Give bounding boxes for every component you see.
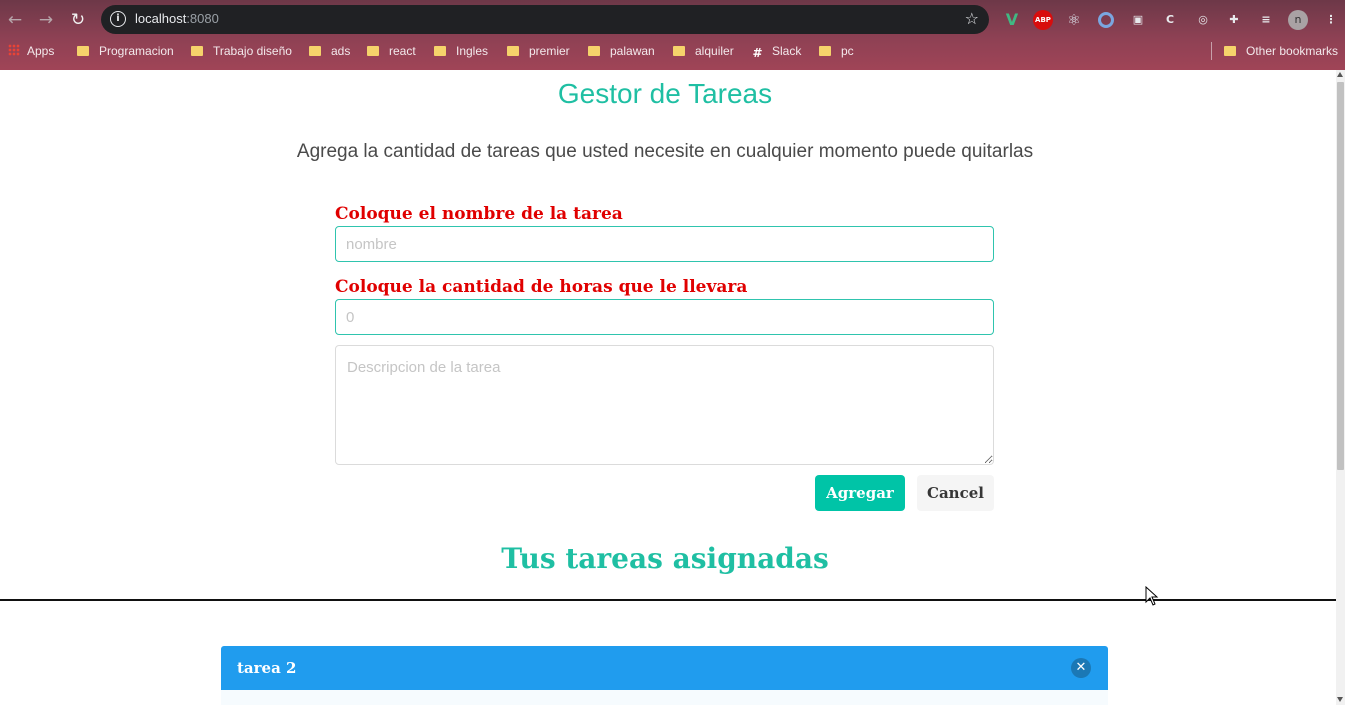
extension-window-icon[interactable]: ▣ <box>1128 10 1148 30</box>
bookmark-pc[interactable]: pc <box>819 42 854 60</box>
scroll-thumb[interactable] <box>1337 82 1344 470</box>
profile-avatar[interactable]: n <box>1288 10 1308 30</box>
forward-icon[interactable]: → <box>35 9 57 31</box>
vue-devtools-icon[interactable]: V <box>1002 10 1022 30</box>
cancel-button[interactable]: Cancel <box>917 475 994 511</box>
url-text[interactable]: localhost:8080 <box>135 11 219 27</box>
bookmark-label: ads <box>331 44 351 58</box>
folder-icon <box>367 46 379 56</box>
browser-menu-icon[interactable]: ⋮ <box>1321 10 1341 30</box>
bookmark-label: Programacion <box>99 44 174 58</box>
task-description-textarea[interactable] <box>335 345 994 465</box>
folder-icon <box>819 46 831 56</box>
bookmark-label: Ingles <box>456 44 489 58</box>
extension-ring-icon[interactable] <box>1098 12 1114 28</box>
scroll-down-arrow-icon[interactable] <box>1337 697 1343 702</box>
bookmark-trabajo-diseno[interactable]: Trabajo diseño <box>191 42 292 60</box>
bookmarks-divider <box>1211 42 1212 60</box>
folder-icon <box>507 46 519 56</box>
tasks-heading: Tus tareas asignadas <box>501 542 829 575</box>
folder-icon <box>309 46 321 56</box>
site-info-icon[interactable]: i <box>110 11 126 27</box>
bookmark-label: Apps <box>27 44 55 58</box>
url-port: :8080 <box>186 11 219 26</box>
extensions-puzzle-icon[interactable]: ✚ <box>1224 10 1244 30</box>
task-card-header: tarea 2 ✕ <box>221 646 1108 690</box>
scroll-up-arrow-icon[interactable] <box>1337 72 1343 77</box>
page-subtitle: Agrega la cantidad de tareas que usted n… <box>296 141 1034 162</box>
folder-icon <box>434 46 446 56</box>
folder-icon <box>588 46 600 56</box>
task-name-input[interactable] <box>335 226 994 262</box>
bookmark-alquiler[interactable]: alquiler <box>673 42 734 60</box>
task-card-body <box>221 690 1108 705</box>
bookmark-label: premier <box>529 44 570 58</box>
slack-icon: # <box>752 46 763 60</box>
task-hours-input[interactable] <box>335 299 994 335</box>
bookmark-label: palawan <box>610 44 655 58</box>
bookmark-label: react <box>389 44 416 58</box>
folder-icon <box>77 46 89 56</box>
apps-grid-icon <box>8 44 20 56</box>
bookmark-other[interactable]: Other bookmarks <box>1224 42 1338 60</box>
task-hours-label: Coloque la cantidad de horas que le llev… <box>335 277 748 297</box>
react-devtools-icon[interactable]: ⚛ <box>1064 10 1084 30</box>
browser-chrome: ← → ↻ i localhost:8080 ☆ V ABP ⚛ ▣ C ◎ ✚… <box>0 0 1345 70</box>
bookmark-slack[interactable]: # Slack <box>751 42 801 60</box>
back-icon[interactable]: ← <box>4 9 26 31</box>
folder-icon <box>1224 46 1236 56</box>
task-name: tarea 2 <box>237 659 297 677</box>
bookmark-apps[interactable]: Apps <box>8 42 54 60</box>
reload-icon[interactable]: ↻ <box>67 9 89 31</box>
adblock-icon[interactable]: ABP <box>1033 10 1053 30</box>
extension-c-icon[interactable]: C <box>1160 10 1180 30</box>
page-scrollbar[interactable] <box>1336 70 1345 705</box>
mouse-cursor-icon <box>1145 586 1159 606</box>
media-control-icon[interactable]: ≡ <box>1256 10 1276 30</box>
bookmark-programacion[interactable]: Programacion <box>77 42 174 60</box>
bookmark-react[interactable]: react <box>367 42 416 60</box>
url-host: localhost <box>135 11 187 26</box>
page-content: Gestor de Tareas Agrega la cantidad de t… <box>0 70 1336 705</box>
extension-target-icon[interactable]: ◎ <box>1193 10 1213 30</box>
folder-icon <box>191 46 203 56</box>
bookmark-label: Other bookmarks <box>1246 44 1339 58</box>
page-title: Gestor de Tareas <box>557 78 773 109</box>
bookmark-label: Slack <box>772 44 802 58</box>
bookmarks-bar: Apps Programacion Trabajo diseño ads rea… <box>0 38 1345 64</box>
add-task-button[interactable]: Agregar <box>815 475 905 511</box>
bookmark-ads[interactable]: ads <box>309 42 350 60</box>
bookmark-label: alquiler <box>695 44 734 58</box>
bookmark-star-icon[interactable]: ☆ <box>965 8 979 30</box>
task-name-label: Coloque el nombre de la tarea <box>335 204 623 224</box>
bookmark-label: Trabajo diseño <box>213 44 292 58</box>
bookmark-premier[interactable]: premier <box>507 42 570 60</box>
delete-task-icon[interactable]: ✕ <box>1071 658 1091 678</box>
address-bar[interactable]: i localhost:8080 ☆ <box>101 5 989 34</box>
bookmark-label: pc <box>841 44 854 58</box>
folder-icon <box>673 46 685 56</box>
bookmark-palawan[interactable]: palawan <box>588 42 655 60</box>
section-divider <box>0 599 1336 601</box>
browser-toolbar: ← → ↻ i localhost:8080 ☆ V ABP ⚛ ▣ C ◎ ✚… <box>0 4 1345 36</box>
bookmark-ingles[interactable]: Ingles <box>434 42 488 60</box>
